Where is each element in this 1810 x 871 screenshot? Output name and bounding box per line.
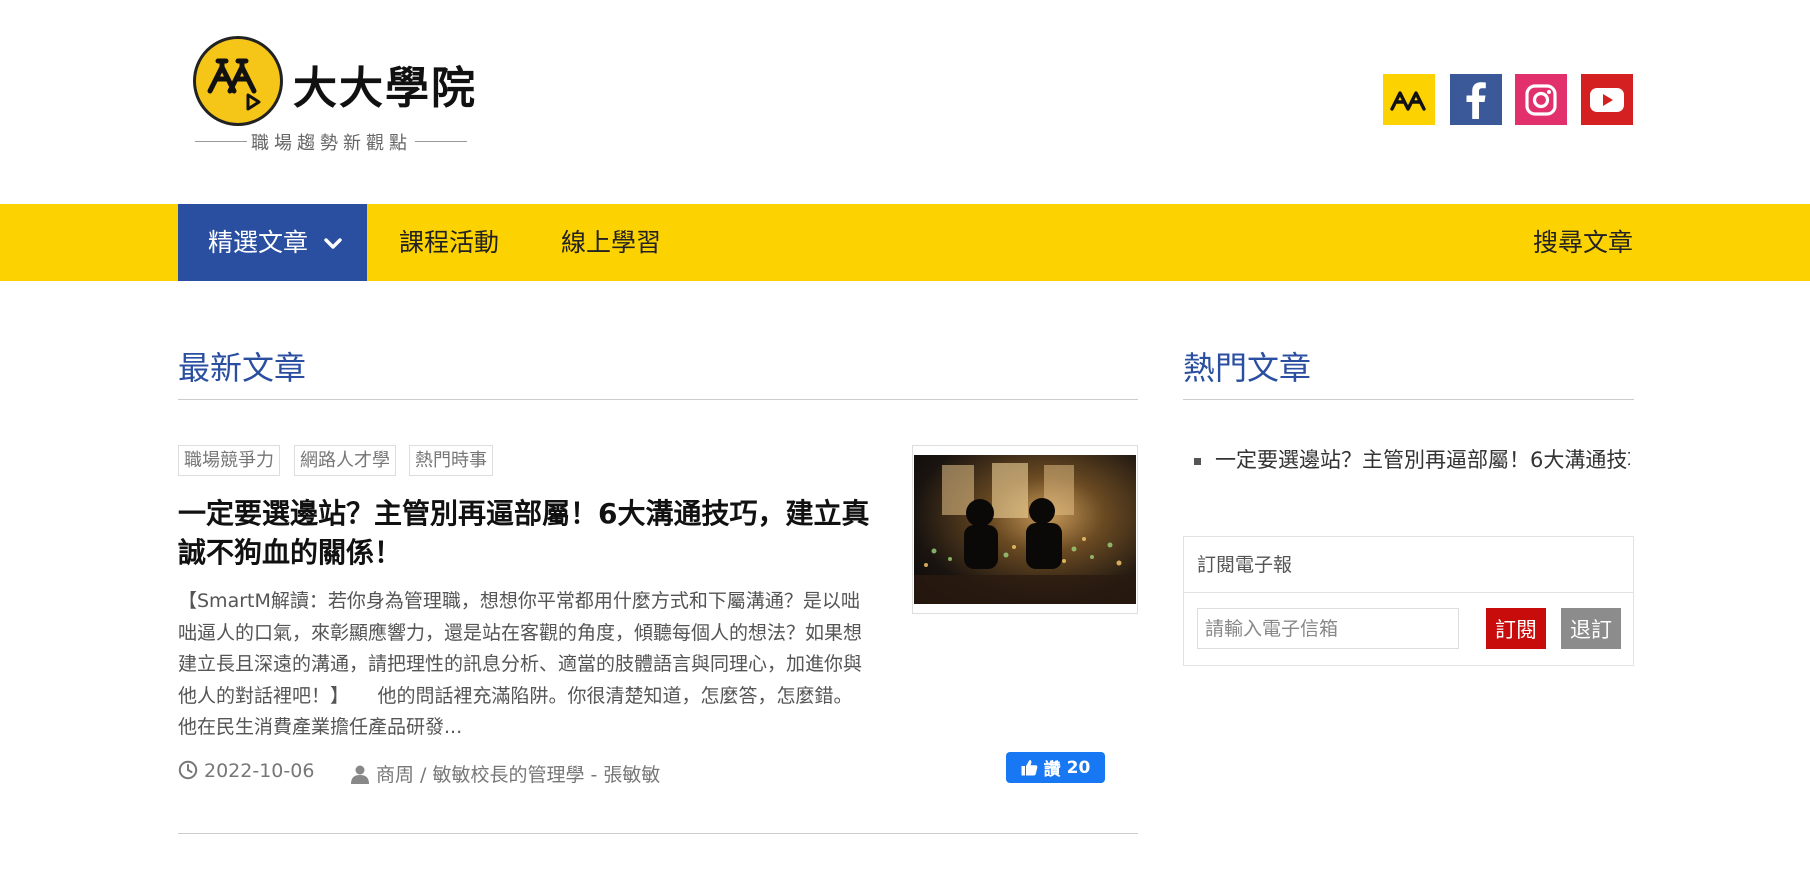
brand-social-button[interactable] <box>1383 74 1435 125</box>
instagram-icon <box>1525 83 1557 116</box>
clock-icon <box>178 760 198 780</box>
site-header: 大大學院 職場趨勢新觀點 <box>0 0 1810 204</box>
unsubscribe-button[interactable]: 退訂 <box>1561 608 1621 649</box>
brand-logo-icon <box>1390 90 1426 111</box>
latest-articles-title: 最新文章 <box>178 349 307 387</box>
article-excerpt: 【SmartM解讀：若你身為管理職，想想你平常都用什麼方式和下屬溝通？是以咄咄逼… <box>178 590 882 738</box>
article-tag[interactable]: 職場競爭力 <box>178 445 280 476</box>
facebook-button[interactable] <box>1450 74 1502 125</box>
email-field[interactable] <box>1197 608 1459 649</box>
like-count: 20 <box>1066 757 1091 778</box>
article-title-link[interactable]: 一定要選邊站？主管別再逼部屬！6大溝通技巧，建立真誠不狗血的關係！ <box>178 494 878 572</box>
nav-item-online-learning[interactable]: 線上學習 <box>561 204 661 281</box>
article-author: 商周 / 敏敏校長的管理學 - 張敏敏 <box>350 760 660 787</box>
main-nav: 精選文章 課程活動 線上學習 搜尋文章 <box>0 204 1810 281</box>
logo-divider-left <box>195 141 247 142</box>
youtube-button[interactable] <box>1581 74 1633 125</box>
article-divider <box>178 833 1138 834</box>
newsletter-box: 訂閱電子報 訂閱 退訂 <box>1183 536 1634 666</box>
article-tag[interactable]: 熱門時事 <box>409 445 493 476</box>
popular-list-item[interactable]: 一定要選邊站？主管別再逼部屬！6大溝通技巧，建立真誠不狗血的關係！ <box>1194 444 1630 474</box>
facebook-icon <box>1466 81 1486 119</box>
popular-articles-divider <box>1183 399 1634 400</box>
latest-articles-divider <box>178 399 1138 400</box>
popular-articles-title: 熱門文章 <box>1183 349 1312 387</box>
youtube-icon <box>1590 87 1624 112</box>
logo-divider-right <box>415 141 467 142</box>
subscribe-button[interactable]: 訂閱 <box>1486 608 1546 649</box>
newsletter-title: 訂閱電子報 <box>1184 537 1633 593</box>
chevron-down-icon <box>324 238 342 249</box>
nav-item-featured[interactable]: 精選文章 <box>178 204 367 281</box>
article-date: 2022-10-06 <box>178 760 314 782</box>
logo-emblem-icon <box>193 36 283 126</box>
article-date-text: 2022-10-06 <box>204 760 315 782</box>
logo-text: 大大學院 <box>293 63 477 114</box>
logo-tagline: 職場趨勢新觀點 <box>251 133 412 154</box>
nav-item-label: 精選文章 <box>208 228 309 257</box>
site-logo[interactable]: 大大學院 職場趨勢新觀點 <box>193 36 493 156</box>
nav-item-courses[interactable]: 課程活動 <box>399 204 499 281</box>
article-tag[interactable]: 網路人才學 <box>294 445 396 476</box>
nav-search-articles[interactable]: 搜尋文章 <box>1533 204 1633 281</box>
thumbs-up-icon <box>1021 760 1038 776</box>
like-label: 讚 <box>1043 760 1061 780</box>
list-bullet <box>1194 457 1201 465</box>
instagram-button[interactable] <box>1515 74 1567 125</box>
user-icon <box>351 765 369 784</box>
article-thumbnail-image <box>914 455 1136 604</box>
article-thumbnail[interactable] <box>912 445 1138 614</box>
facebook-like-button[interactable]: 讚 20 <box>1006 752 1105 783</box>
article-author-text[interactable]: 商周 / 敏敏校長的管理學 - 張敏敏 <box>376 764 660 786</box>
popular-item-link[interactable]: 一定要選邊站？主管別再逼部屬！6大溝通技巧，建立真誠不狗血的關係！ <box>1215 448 1630 472</box>
